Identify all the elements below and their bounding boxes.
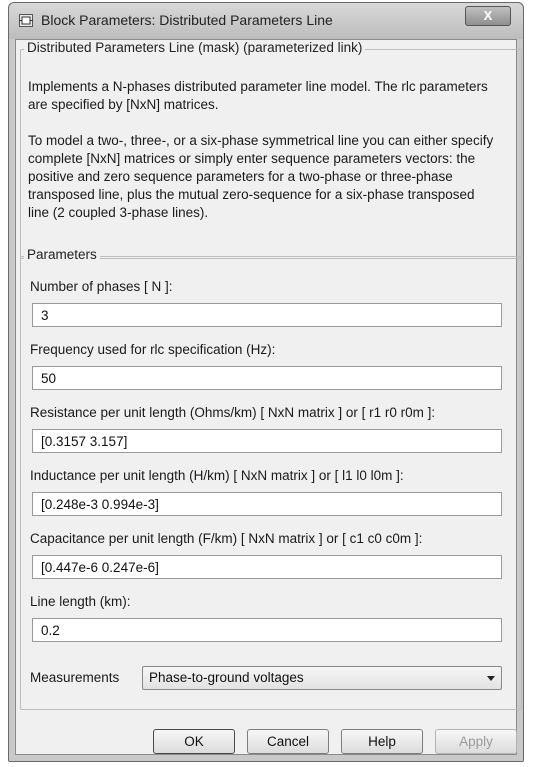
dropdown-arrow-icon[interactable] xyxy=(487,676,495,681)
close-button[interactable]: X xyxy=(465,6,511,26)
number-of-phases-input[interactable] xyxy=(32,303,502,327)
dialog-body: Distributed Parameters Line (mask) (para… xyxy=(15,39,522,755)
mask-description-intro: Implements a N-phases distributed parame… xyxy=(28,79,488,112)
mask-description-sequence: To model a two-, three-, or a six-phase … xyxy=(28,133,494,220)
simulink-block-icon xyxy=(19,14,33,27)
window-title: Block Parameters: Distributed Parameters… xyxy=(41,12,333,28)
resistance-label: Resistance per unit length (Ohms/km) [ N… xyxy=(30,405,436,420)
frequency-label: Frequency used for rlc specification (Hz… xyxy=(30,342,276,357)
measurements-label: Measurements xyxy=(30,670,120,685)
mask-group-title: Distributed Parameters Line (mask) (para… xyxy=(24,40,366,55)
parameters-group-title: Parameters xyxy=(24,247,100,262)
help-button[interactable]: Help xyxy=(341,729,423,754)
cancel-button[interactable]: Cancel xyxy=(247,729,329,754)
frequency-input[interactable] xyxy=(32,366,502,390)
measurements-dropdown[interactable]: Phase-to-ground voltages xyxy=(142,666,502,690)
dialog-window: Block Parameters: Distributed Parameters… xyxy=(8,2,524,762)
line-length-input[interactable] xyxy=(32,618,502,642)
title-bar[interactable]: Block Parameters: Distributed Parameters… xyxy=(9,3,523,39)
measurements-value: Phase-to-ground voltages xyxy=(149,670,304,685)
number-of-phases-label: Number of phases [ N ]: xyxy=(30,279,173,294)
capacitance-label: Capacitance per unit length (F/km) [ NxN… xyxy=(30,531,423,546)
line-length-label: Line length (km): xyxy=(30,594,131,609)
apply-button[interactable]: Apply xyxy=(435,729,517,754)
inductance-input[interactable] xyxy=(32,492,502,516)
resistance-input[interactable] xyxy=(32,429,502,453)
inductance-label: Inductance per unit length (H/km) [ NxN … xyxy=(30,468,404,483)
capacitance-input[interactable] xyxy=(32,555,502,579)
ok-button[interactable]: OK xyxy=(153,729,235,754)
